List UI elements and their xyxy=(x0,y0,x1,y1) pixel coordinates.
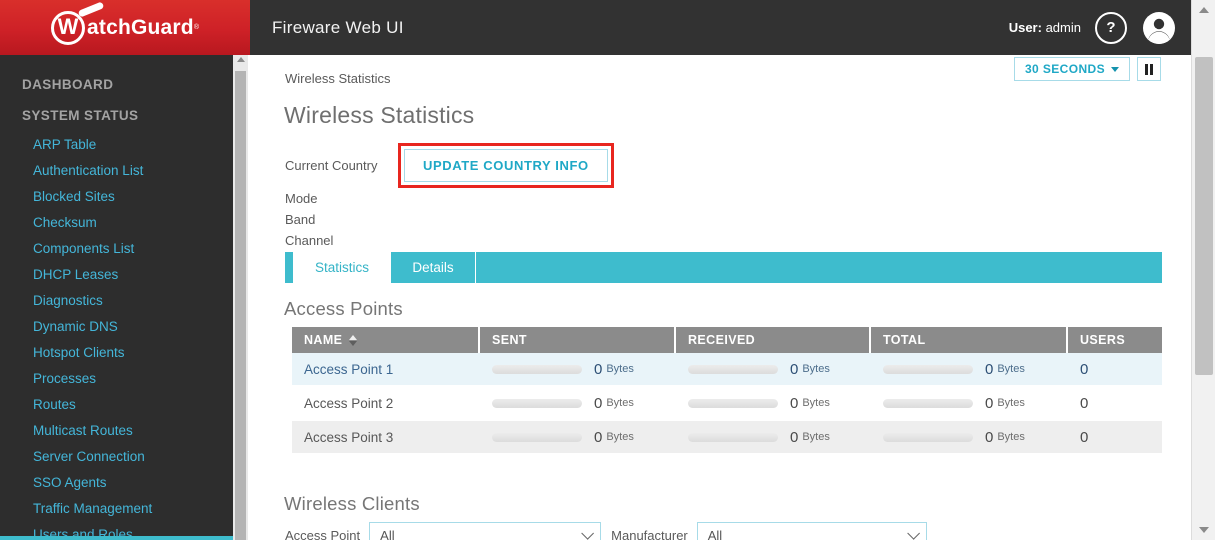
sidebar-item-sso-agents[interactable]: SSO Agents xyxy=(0,469,233,495)
tab-details[interactable]: Details xyxy=(391,252,476,283)
update-country-info-button[interactable]: UPDATE COUNTRY INFO xyxy=(404,148,608,182)
sidebar-section-system-status[interactable]: SYSTEM STATUS xyxy=(0,100,233,131)
mode-label: Mode xyxy=(285,191,318,206)
chevron-down-icon xyxy=(907,527,920,540)
annotation-highlight-box: UPDATE COUNTRY INFO xyxy=(398,142,614,188)
sidebar-item-components-list[interactable]: Components List xyxy=(0,235,233,261)
chevron-down-icon xyxy=(1111,66,1119,72)
total-progress-bar xyxy=(883,364,973,374)
table-header-row: NAME SENT RECEIVED TOTAL USERS xyxy=(292,327,1162,353)
scroll-up-icon[interactable] xyxy=(1192,2,1215,18)
column-header-total: TOTAL xyxy=(871,327,1068,353)
column-header-sent: SENT xyxy=(480,327,676,353)
received-progress-bar xyxy=(688,364,778,374)
sidebar-item-multicast-routes[interactable]: Multicast Routes xyxy=(0,417,233,443)
sidebar-item-server-connection[interactable]: Server Connection xyxy=(0,443,233,469)
sidebar-item-traffic-management[interactable]: Traffic Management xyxy=(0,495,233,521)
tab-bar: Statistics Details xyxy=(285,252,1162,283)
logo-circle-icon: W xyxy=(51,0,105,45)
user-indicator: User: admin xyxy=(1009,20,1081,35)
access-points-title: Access Points xyxy=(284,298,403,319)
page-title: Wireless Statistics xyxy=(284,102,475,128)
sidebar-item-dynamic-dns[interactable]: Dynamic DNS xyxy=(0,313,233,339)
page-scrollbar-thumb[interactable] xyxy=(1195,57,1213,375)
top-bar: Fireware Web UI User: admin ? xyxy=(250,0,1191,55)
sidebar-scrollbar-thumb[interactable] xyxy=(235,71,246,540)
sidebar-item-dashboard[interactable]: DASHBOARD xyxy=(0,69,233,100)
sidebar-nav: DASHBOARD SYSTEM STATUS ARP Table Authen… xyxy=(0,55,233,536)
access-point-filter-select[interactable]: All xyxy=(369,522,602,540)
brand-name: atchGuard xyxy=(87,15,194,39)
column-header-received: RECEIVED xyxy=(676,327,871,353)
page-scrollbar[interactable] xyxy=(1191,0,1215,540)
refresh-interval-label: 30 SECONDS xyxy=(1024,62,1105,76)
sent-progress-bar xyxy=(492,432,582,442)
sidebar-item-users-and-roles[interactable]: Users and Roles xyxy=(0,521,233,537)
user-name: admin xyxy=(1045,20,1081,35)
sent-progress-bar xyxy=(492,398,582,408)
manufacturer-filter-label: Manufacturer xyxy=(611,528,688,540)
channel-label: Channel xyxy=(285,233,334,248)
brand-header: W atchGuard ® xyxy=(0,0,250,55)
table-row[interactable]: Access Point 2 0 Bytes 0 Bytes 0 Bytes 0 xyxy=(292,387,1162,421)
sidebar-item-authentication-list[interactable]: Authentication List xyxy=(0,157,233,183)
sort-icon xyxy=(349,334,358,346)
watchguard-logo: W atchGuard ® xyxy=(51,0,199,45)
wireless-clients-title: Wireless Clients xyxy=(284,493,420,514)
received-progress-bar xyxy=(688,398,778,408)
user-label: User: xyxy=(1008,20,1042,35)
wireless-info: Current Country UPDATE COUNTRY INFO Mode… xyxy=(285,142,885,250)
tab-statistics[interactable]: Statistics xyxy=(293,252,391,283)
chevron-down-icon xyxy=(581,527,595,540)
scroll-down-icon[interactable] xyxy=(1192,522,1215,538)
column-header-users: USERS xyxy=(1068,327,1162,353)
sidebar-item-blocked-sites[interactable]: Blocked Sites xyxy=(0,183,233,209)
refresh-interval-button[interactable]: 30 SECONDS xyxy=(1013,57,1130,81)
table-row[interactable]: Access Point 3 0 Bytes 0 Bytes 0 Bytes 0 xyxy=(292,421,1162,455)
sent-progress-bar xyxy=(492,364,582,374)
band-label: Band xyxy=(285,212,316,227)
table-row[interactable]: Access Point 1 0 Bytes 0 Bytes 0 Bytes 0 xyxy=(292,353,1162,387)
sidebar-scrollbar[interactable] xyxy=(233,55,248,540)
column-header-name[interactable]: NAME xyxy=(292,327,480,353)
logo-initial: W xyxy=(57,14,79,39)
pause-button[interactable] xyxy=(1137,57,1161,81)
app-title: Fireware Web UI xyxy=(272,17,404,37)
received-progress-bar xyxy=(688,432,778,442)
pause-icon xyxy=(1145,63,1148,75)
access-point-filter-label: Access Point xyxy=(285,528,361,540)
sidebar-item-processes[interactable]: Processes xyxy=(0,365,233,391)
sidebar-item-checksum[interactable]: Checksum xyxy=(0,209,233,235)
main-content: 30 SECONDS Wireless Statistics Wireless … xyxy=(248,55,1191,540)
total-progress-bar xyxy=(883,398,973,408)
manufacturer-filter-select[interactable]: All xyxy=(696,522,927,540)
access-points-table: NAME SENT RECEIVED TOTAL USERS Access Po… xyxy=(292,327,1162,455)
sidebar-item-arp-table[interactable]: ARP Table xyxy=(0,131,233,157)
sidebar-item-dhcp-leases[interactable]: DHCP Leases xyxy=(0,261,233,287)
help-icon[interactable]: ? xyxy=(1095,11,1127,44)
wireless-clients-filters: Access Point All Manufacturer All xyxy=(285,522,927,540)
sidebar-item-diagnostics[interactable]: Diagnostics xyxy=(0,287,233,313)
app-window: W atchGuard ® Fireware Web UI User: admi… xyxy=(0,0,1215,540)
current-country-label: Current Country xyxy=(285,157,378,173)
sidebar-item-routes[interactable]: Routes xyxy=(0,391,233,417)
breadcrumb: Wireless Statistics xyxy=(285,71,391,86)
sidebar-scroll-up-icon[interactable] xyxy=(233,57,248,62)
registered-mark: ® xyxy=(193,23,199,31)
sidebar-bottom-accent xyxy=(0,536,233,540)
sidebar-item-hotspot-clients[interactable]: Hotspot Clients xyxy=(0,339,233,365)
total-progress-bar xyxy=(883,432,973,442)
account-icon[interactable] xyxy=(1141,10,1177,46)
